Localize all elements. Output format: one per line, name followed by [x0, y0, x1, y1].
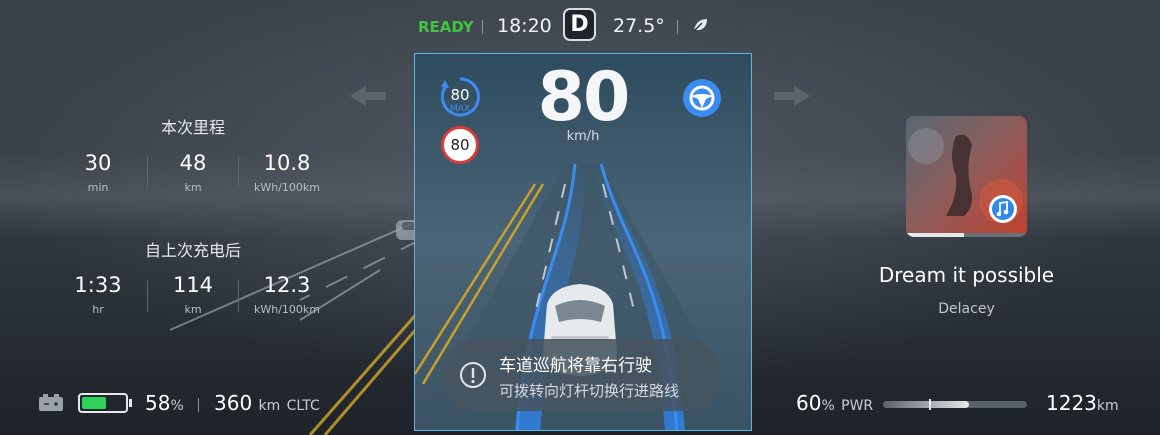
trip-consumption-unit: kWh/100km: [253, 181, 320, 194]
speed-unit: km/h: [566, 129, 600, 144]
battery-percent: 58%: [145, 391, 184, 415]
battery-pack-icon: [39, 394, 63, 411]
divider: [198, 398, 199, 412]
lane-cruise-notification: 车道巡航将靠右行驶 可拨转向灯杆切换行进路线: [441, 339, 721, 411]
album-art[interactable]: [906, 116, 1027, 237]
song-progress-track[interactable]: [906, 233, 1027, 237]
since-charge-duration-value: 1:33: [74, 273, 122, 297]
battery-fill: [82, 397, 107, 409]
clock: 18:20: [497, 15, 552, 37]
trip-consumption-value: 10.8: [263, 151, 311, 175]
notification-subtitle: 可拨转向灯杆切换行进路线: [499, 382, 680, 400]
trip-distance-unit: km: [184, 181, 202, 194]
since-charge-consumption-unit: kWh/100km: [253, 303, 320, 316]
ready-indicator: READY: [418, 18, 474, 36]
status-bar: READY 18:20 D 27.5°: [0, 8, 1160, 44]
outside-temperature: 27.5°: [613, 15, 665, 37]
gear-indicator: D: [563, 8, 596, 41]
power-readout: 60% PWR: [796, 391, 874, 415]
range-display: 360 km CLTC: [214, 391, 320, 415]
divider: [238, 280, 239, 312]
power-bar-fill: [883, 401, 970, 408]
music-app-icon[interactable]: [988, 194, 1018, 224]
odometer: 1223km: [1046, 391, 1119, 415]
battery-gauge: [78, 393, 128, 413]
divider: [677, 20, 678, 34]
since-charge-duration-unit: hr: [92, 303, 104, 316]
steering-wheel-icon: [683, 79, 721, 117]
battery-terminal: [129, 399, 132, 407]
notification-title: 车道巡航将靠右行驶: [499, 356, 652, 376]
power-bar-marker: [929, 399, 931, 410]
info-icon: [460, 362, 486, 388]
divider: [482, 20, 483, 34]
trip-distance-value: 48: [179, 151, 207, 175]
song-title: Dream it possible: [878, 263, 1055, 287]
song-artist: Delacey: [938, 301, 995, 317]
divider: [238, 156, 239, 188]
driving-assist-panel: 80 MAX 80 80 km/h 车道巡航将靠右行驶 可拨转向灯杆切换行进路线: [414, 53, 752, 431]
leaf-icon: [693, 19, 707, 32]
since-charge-distance-unit: km: [184, 303, 202, 316]
since-charge-title: 自上次充电后: [144, 241, 241, 260]
trip-duration-value: 30: [84, 151, 112, 175]
since-charge-distance-value: 114: [172, 273, 214, 297]
song-progress-fill: [906, 233, 965, 237]
trip-title: 本次里程: [160, 118, 225, 137]
trip-duration-unit: min: [87, 181, 109, 194]
since-charge-consumption-value: 12.3: [263, 273, 311, 297]
power-bar: [883, 399, 1027, 410]
